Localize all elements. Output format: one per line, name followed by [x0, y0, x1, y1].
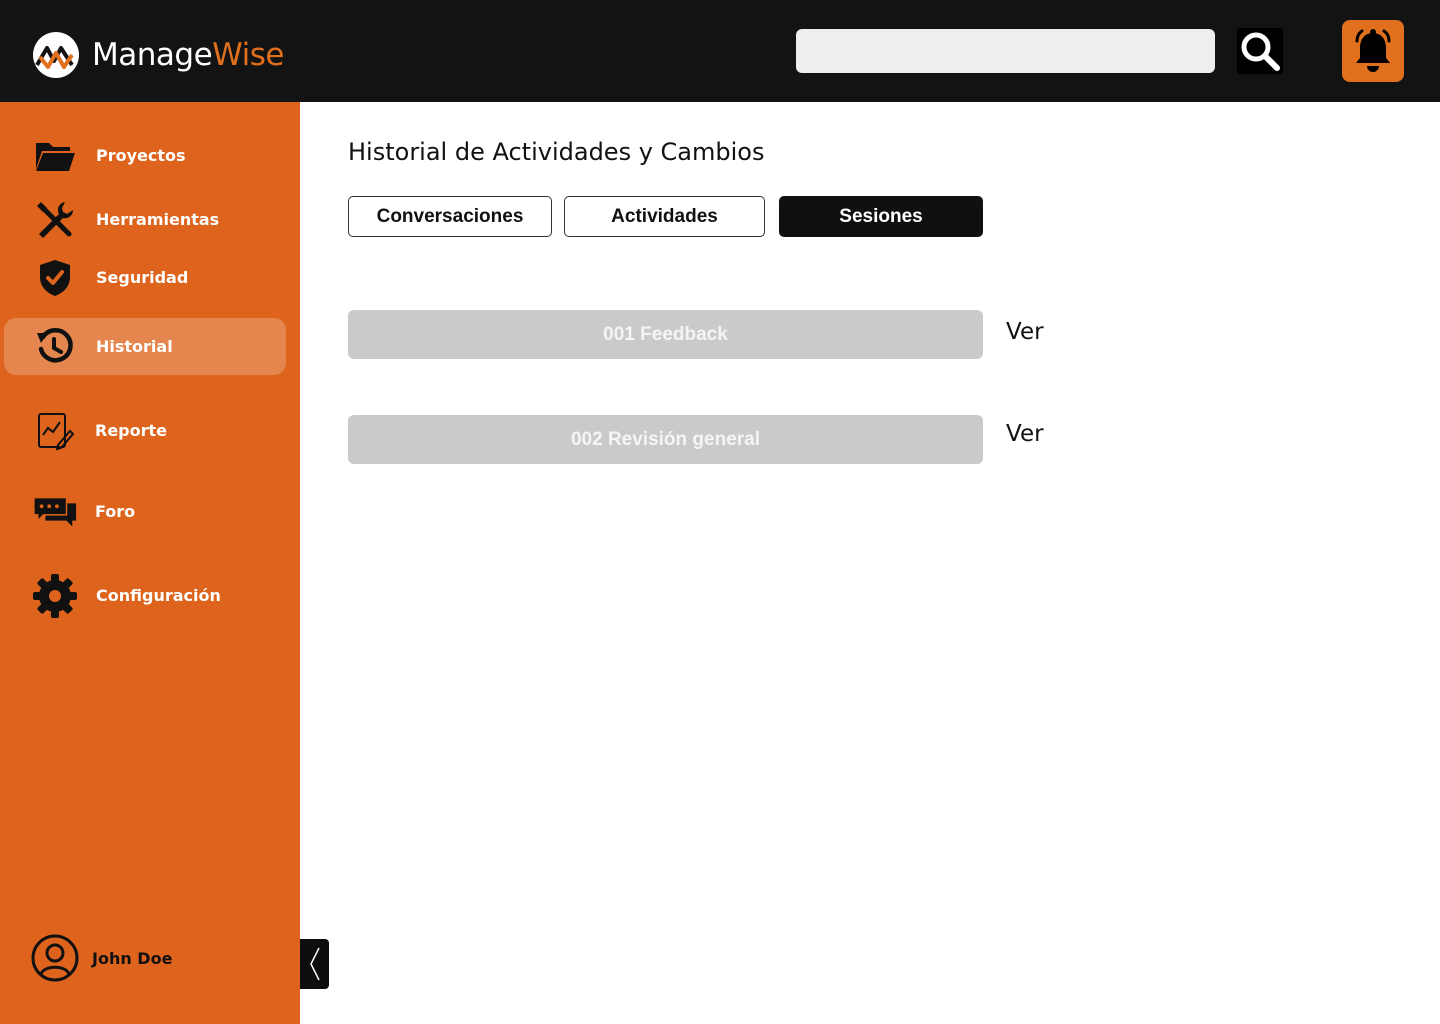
view-session-link[interactable]: Ver — [1006, 319, 1044, 345]
sidebar-item-proyectos[interactable]: Proyectos — [4, 127, 286, 184]
notifications-button[interactable] — [1342, 20, 1404, 82]
report-icon — [32, 408, 78, 454]
search-input[interactable] — [796, 29, 1215, 73]
sidebar-item-foro[interactable]: Foro — [4, 483, 286, 540]
user-name: John Doe — [92, 948, 173, 968]
sidebar: Proyectos Herramientas Seguridad Histori… — [0, 102, 300, 1024]
sidebar-item-reporte[interactable]: Reporte — [4, 402, 286, 459]
logo-mark-icon — [33, 32, 79, 78]
sidebar-item-label: Herramientas — [96, 210, 220, 229]
tools-icon — [32, 197, 78, 243]
shield-check-icon — [32, 255, 78, 301]
sidebar-item-label: Historial — [96, 337, 173, 356]
view-session-link[interactable]: Ver — [1006, 421, 1044, 447]
gear-icon — [32, 573, 78, 619]
sidebar-item-configuracion[interactable]: Configuración — [4, 567, 286, 624]
sidebar-item-seguridad[interactable]: Seguridad — [4, 249, 286, 306]
tab-actividades[interactable]: Actividades — [564, 196, 765, 237]
user-avatar-icon — [31, 934, 79, 982]
tab-conversaciones[interactable]: Conversaciones — [348, 196, 552, 237]
user-profile[interactable]: John Doe — [30, 932, 172, 984]
top-bar: ManageWise — [0, 0, 1440, 102]
sidebar-item-label: Proyectos — [96, 146, 186, 165]
page-title: Historial de Actividades y Cambios — [348, 138, 765, 166]
history-icon — [32, 324, 78, 370]
sidebar-item-label: Foro — [95, 502, 136, 521]
sidebar-item-herramientas[interactable]: Herramientas — [4, 191, 286, 248]
logo-text: ManageWise — [92, 37, 284, 73]
tab-sesiones[interactable]: Sesiones — [779, 196, 983, 237]
bell-icon — [1355, 29, 1391, 72]
chevron-left-icon — [309, 947, 320, 981]
sidebar-item-label: Reporte — [95, 421, 168, 440]
sidebar-item-historial[interactable]: Historial — [4, 318, 286, 375]
session-item[interactable]: 001 Feedback — [348, 310, 983, 359]
chat-bubbles-icon — [32, 489, 78, 535]
sidebar-item-label: Seguridad — [96, 268, 189, 287]
folder-icon — [32, 133, 78, 179]
search-button[interactable] — [1237, 28, 1283, 74]
session-item[interactable]: 002 Revisión general — [348, 415, 983, 464]
app-logo[interactable]: ManageWise — [28, 30, 284, 80]
sidebar-item-label: Configuración — [96, 586, 221, 605]
sidebar-collapse-button[interactable] — [300, 939, 329, 989]
search-icon — [1241, 32, 1280, 71]
